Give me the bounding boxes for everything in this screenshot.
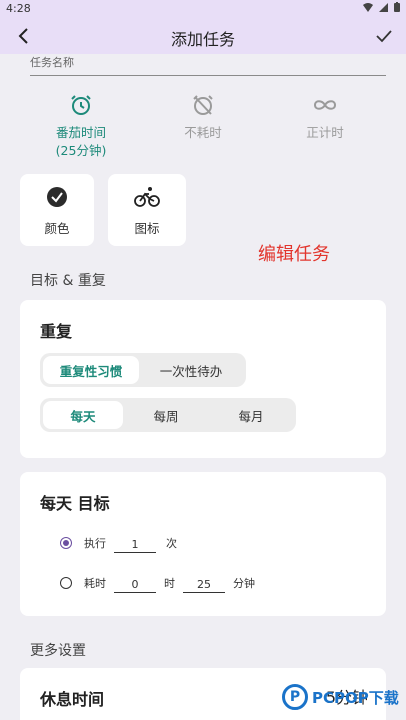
mode-pomodoro[interactable]: 番茄时间 (25分钟) bbox=[20, 92, 142, 162]
goal-time-row[interactable]: 耗时 0 时 25 分钟 bbox=[60, 572, 255, 593]
mode-selector: 番茄时间 (25分钟) 不耗时 正计时 bbox=[20, 92, 386, 162]
mode-stopwatch[interactable]: 正计时 bbox=[264, 92, 386, 162]
check-icon bbox=[376, 30, 392, 43]
icon-label: 图标 bbox=[134, 220, 160, 236]
brand-text: PCPOP下载 bbox=[312, 688, 399, 707]
goal-exec-row[interactable]: 执行 1 次 bbox=[60, 532, 177, 553]
task-name-label: 任务名称 bbox=[30, 56, 74, 69]
time-label: 耗时 bbox=[84, 576, 106, 590]
exec-radio[interactable] bbox=[60, 536, 72, 549]
scroll-content[interactable]: 任务名称 番茄时间 (25分钟) 不耗时 正计时 颜色 图标 编辑任务 目标 &… bbox=[0, 54, 406, 720]
bicycle-icon bbox=[134, 184, 160, 210]
task-type-segment: 重复性习惯 一次性待办 bbox=[40, 353, 246, 387]
minutes-unit: 分钟 bbox=[233, 576, 255, 590]
mode-pomodoro-sub: (25分钟) bbox=[55, 143, 107, 158]
option-daily[interactable]: 每天 bbox=[43, 401, 123, 429]
repeat-card: 重复 重复性习惯 一次性待办 每天 每周 每月 bbox=[20, 300, 386, 458]
more-settings-heading: 更多设置 bbox=[30, 643, 86, 659]
mode-stopwatch-label: 正计时 bbox=[306, 125, 344, 140]
option-one-time[interactable]: 一次性待办 bbox=[139, 356, 243, 384]
goal-repeat-heading: 目标 & 重复 bbox=[30, 273, 106, 289]
page-title: 添加任务 bbox=[170, 30, 235, 49]
option-monthly[interactable]: 每月 bbox=[209, 401, 293, 429]
status-bar: 4:28 bbox=[0, 0, 406, 18]
option-recurring[interactable]: 重复性习惯 bbox=[43, 356, 139, 384]
alarm-off-icon bbox=[190, 92, 216, 118]
brand-logo: P PCPOP下载 bbox=[282, 684, 399, 710]
app-bar: 添加任务 bbox=[0, 18, 406, 54]
save-button[interactable] bbox=[372, 24, 396, 48]
watermark-text: 编辑任务 bbox=[258, 244, 330, 265]
color-label: 颜色 bbox=[44, 220, 70, 236]
mode-pomodoro-label: 番茄时间 bbox=[55, 125, 106, 140]
rest-time-title: 休息时间 bbox=[40, 690, 105, 709]
brand-badge: P bbox=[282, 684, 308, 710]
infinity-icon bbox=[312, 92, 338, 118]
exec-count-input[interactable]: 1 bbox=[114, 538, 156, 553]
battery-icon bbox=[394, 2, 400, 12]
hours-unit: 时 bbox=[164, 576, 175, 590]
daily-goal-card: 每天 目标 执行 1 次 耗时 0 时 25 分钟 bbox=[20, 472, 386, 616]
exec-label: 执行 bbox=[84, 536, 106, 550]
minutes-input[interactable]: 25 bbox=[183, 578, 225, 593]
mode-no-time[interactable]: 不耗时 bbox=[142, 92, 264, 162]
period-segment: 每天 每周 每月 bbox=[40, 398, 296, 432]
check-circle-icon bbox=[44, 184, 70, 210]
repeat-title: 重复 bbox=[40, 322, 73, 341]
daily-goal-title: 每天 目标 bbox=[40, 494, 110, 513]
status-time: 4:28 bbox=[6, 2, 31, 15]
hours-input[interactable]: 0 bbox=[114, 578, 156, 593]
color-tile[interactable]: 颜色 bbox=[20, 174, 94, 246]
exec-unit: 次 bbox=[166, 536, 177, 550]
time-radio[interactable] bbox=[60, 576, 72, 589]
task-name-input[interactable]: 任务名称 bbox=[30, 54, 386, 76]
mode-no-time-label: 不耗时 bbox=[184, 125, 222, 140]
alarm-clock-icon bbox=[68, 92, 94, 118]
status-icons bbox=[363, 2, 400, 12]
signal-icon bbox=[379, 2, 388, 12]
wifi-icon bbox=[363, 2, 373, 12]
icon-tile[interactable]: 图标 bbox=[108, 174, 186, 246]
option-weekly[interactable]: 每周 bbox=[123, 401, 209, 429]
